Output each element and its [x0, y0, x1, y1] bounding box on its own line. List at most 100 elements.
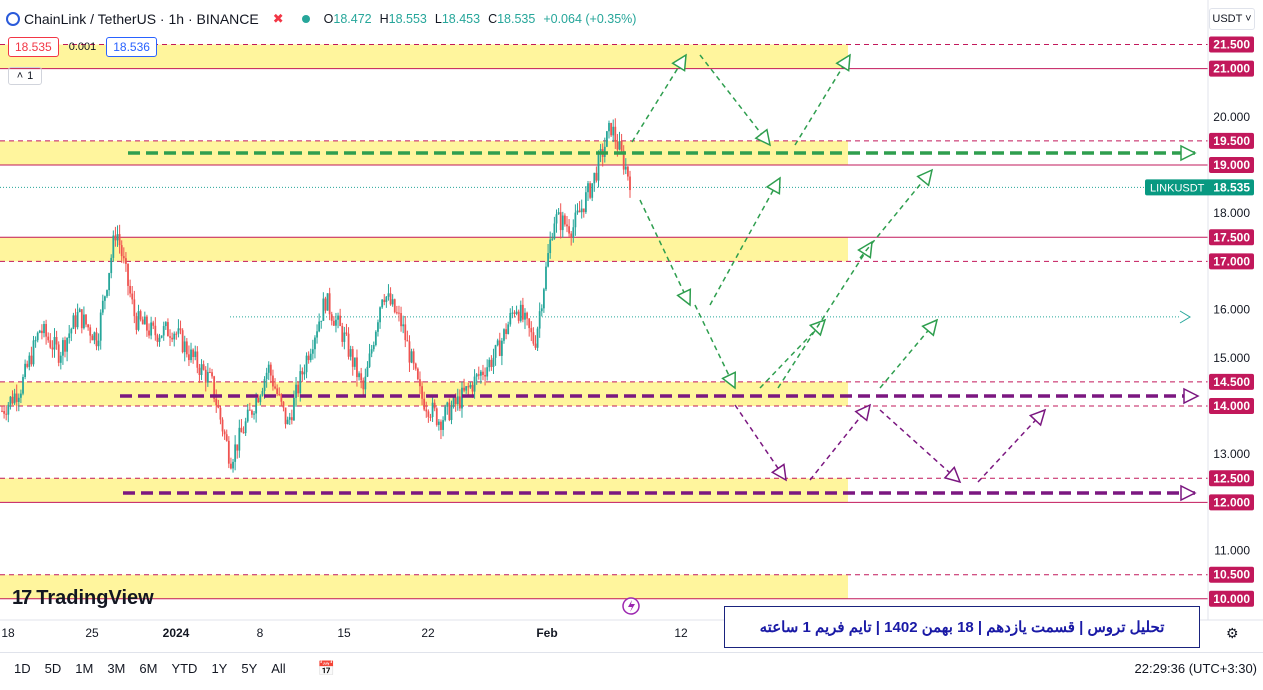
candle-body — [324, 298, 327, 311]
symbol-title[interactable]: ChainLink / TetherUS · 1h · BINANCE — [24, 11, 259, 27]
candle-body — [133, 299, 136, 317]
range-1d[interactable]: 1D — [14, 661, 31, 676]
candle-body — [360, 373, 363, 381]
candle — [490, 355, 493, 371]
candle — [225, 429, 228, 442]
candle-body — [244, 421, 247, 434]
candle — [347, 327, 350, 360]
candle-body — [227, 440, 230, 464]
purple-path-3-head — [1028, 408, 1047, 427]
candle-body — [202, 364, 205, 370]
candle-body — [442, 420, 444, 430]
projection-arrows — [120, 53, 1200, 502]
range-1m[interactable]: 1M — [75, 661, 93, 676]
candle — [286, 416, 289, 425]
candle-body — [259, 395, 262, 403]
clock-timezone[interactable]: 22:29:36 (UTC+3:30) — [1135, 661, 1257, 676]
candle-body — [209, 371, 211, 373]
candle — [131, 286, 134, 305]
calendar-goto-icon[interactable]: 📅 — [318, 660, 335, 677]
range-6m[interactable]: 6M — [139, 661, 157, 676]
candle-body — [526, 312, 528, 319]
ohlc-high: H18.553 — [379, 12, 427, 26]
candle-body — [255, 397, 258, 414]
candle-body — [372, 344, 375, 350]
candle — [95, 327, 98, 351]
candle — [320, 320, 323, 329]
time-tick-label: 12 — [674, 626, 688, 640]
range-ytd[interactable]: YTD — [171, 661, 197, 676]
candle-body — [230, 463, 232, 469]
candle-body — [5, 413, 8, 415]
candle — [605, 130, 608, 148]
candle-body — [274, 386, 276, 389]
candle-body — [78, 309, 81, 312]
candle — [179, 320, 182, 335]
candle — [500, 337, 503, 366]
candle-body — [400, 313, 402, 327]
range-all[interactable]: All — [271, 661, 285, 676]
candle — [51, 340, 54, 358]
candle-body — [629, 176, 631, 191]
candle — [568, 219, 570, 237]
candle-body — [576, 210, 579, 213]
candle-body — [32, 340, 35, 365]
price-tick-label: 11.000 — [1214, 544, 1250, 558]
candle — [101, 294, 104, 316]
price-tick-label: 17.500 — [1213, 230, 1250, 244]
sell-price-button[interactable]: 18.535 — [8, 37, 59, 57]
candle — [72, 312, 75, 330]
price-tick-label: 20.000 — [1213, 110, 1250, 124]
candle — [324, 296, 327, 314]
candle-body — [7, 404, 10, 415]
range-5y[interactable]: 5Y — [241, 661, 257, 676]
price-tick-label: 21.000 — [1213, 62, 1250, 76]
candle-body — [616, 141, 619, 150]
candle-body — [263, 379, 266, 391]
candle-body — [337, 315, 339, 320]
candle — [267, 361, 270, 380]
buy-price-button[interactable]: 18.536 — [106, 37, 157, 57]
range-5d[interactable]: 5D — [45, 661, 62, 676]
candle — [30, 346, 33, 367]
candle-body — [387, 293, 390, 297]
candle — [341, 322, 344, 347]
currency-select[interactable]: USDT ˅ — [1209, 8, 1255, 30]
candle-body — [162, 326, 165, 336]
candle-body — [450, 406, 453, 421]
candle-body — [41, 330, 43, 334]
price-chart[interactable]: 21.500 21.000 20.000 19.500 19.000 18.000 17.5… — [0, 0, 1263, 690]
candle — [83, 306, 85, 330]
price-tick-label: 16.000 — [1213, 303, 1250, 317]
candle-body — [561, 215, 564, 231]
close-icon[interactable]: ✖ — [273, 11, 284, 27]
range-3m[interactable]: 3M — [107, 661, 125, 676]
candle-body — [175, 333, 178, 335]
candle-body — [129, 285, 132, 294]
candle — [169, 329, 171, 346]
candle — [509, 308, 512, 327]
candle-body — [343, 332, 346, 342]
green-path-8-head — [916, 168, 934, 187]
candle-body — [381, 299, 384, 308]
candle — [477, 366, 480, 380]
range-1y[interactable]: 1Y — [211, 661, 227, 676]
candle-body — [574, 212, 577, 228]
candle — [288, 412, 291, 426]
candle — [251, 409, 253, 418]
candle-body — [404, 324, 407, 341]
candle-body — [437, 421, 440, 425]
settings-gear-icon[interactable]: ⚙ — [1226, 625, 1239, 642]
price-tick-label: 10.500 — [1213, 568, 1250, 582]
candle — [372, 341, 375, 352]
candle-body — [242, 432, 245, 434]
candle-body — [112, 235, 115, 258]
candle-body — [370, 349, 373, 354]
candle — [576, 203, 579, 215]
candle — [36, 331, 39, 343]
green-path-7-head — [857, 240, 873, 259]
candle-body — [125, 258, 127, 264]
candle — [316, 324, 318, 344]
candle-body — [303, 372, 306, 375]
indicators-collapse-button[interactable]: ˄ 1 — [8, 67, 42, 85]
